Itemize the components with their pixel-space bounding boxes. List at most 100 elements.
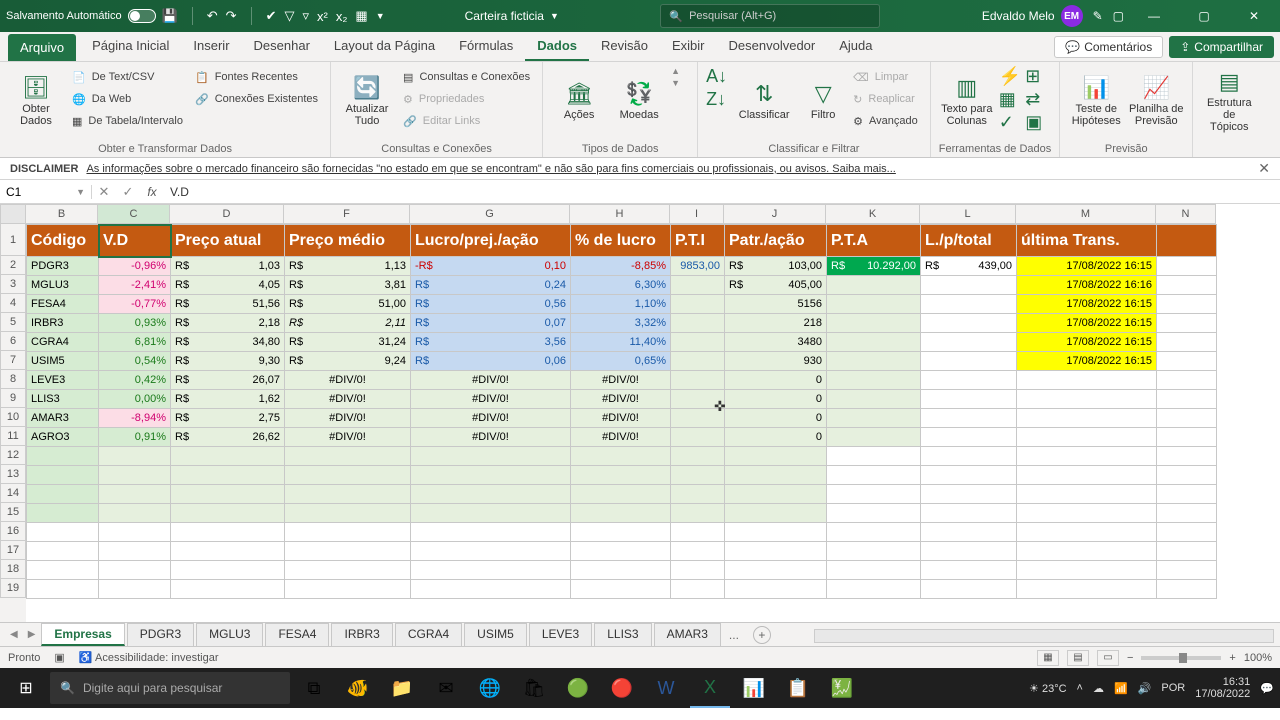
from-table[interactable]: ▦De Tabela/Intervalo [68, 110, 187, 132]
cell[interactable]: 17/08/2022 16:15 [1017, 295, 1157, 314]
close-disclaimer[interactable]: ✕ [1258, 160, 1270, 177]
cell[interactable] [725, 580, 827, 599]
cell[interactable] [171, 542, 285, 561]
tray-chevron-icon[interactable]: ˄ [1077, 682, 1083, 694]
cell[interactable] [99, 504, 171, 523]
comments-button[interactable]: 💬Comentários [1054, 36, 1163, 58]
cell[interactable]: AGRO3 [27, 428, 99, 447]
cell[interactable]: 930 [725, 352, 827, 371]
fx-icon[interactable]: fx [140, 185, 164, 199]
cell[interactable] [725, 466, 827, 485]
cell[interactable] [27, 542, 99, 561]
advanced-filter[interactable]: ⚙Avançado [849, 110, 922, 132]
cell[interactable] [99, 542, 171, 561]
col-header-G[interactable]: G [410, 204, 570, 224]
cell[interactable] [411, 466, 571, 485]
col-header-K[interactable]: K [826, 204, 920, 224]
cell[interactable] [827, 447, 921, 466]
cell[interactable]: 0,93% [99, 314, 171, 333]
cell[interactable] [921, 485, 1017, 504]
cell[interactable] [827, 428, 921, 447]
cell[interactable] [1017, 428, 1157, 447]
cell[interactable] [411, 561, 571, 580]
cell[interactable]: #DIV/0! [285, 371, 411, 390]
cell[interactable] [1017, 561, 1157, 580]
cell[interactable]: R$1,62 [171, 390, 285, 409]
cell[interactable]: P.T.I [671, 225, 725, 257]
cell[interactable] [671, 485, 725, 504]
cell[interactable]: R$4,05 [171, 276, 285, 295]
cell[interactable]: 0,54% [99, 352, 171, 371]
cell[interactable] [27, 523, 99, 542]
cell[interactable]: R$405,00 [725, 276, 827, 295]
cell[interactable] [671, 542, 725, 561]
cell[interactable] [1157, 225, 1217, 257]
cell[interactable] [99, 447, 171, 466]
cell[interactable] [411, 504, 571, 523]
cell[interactable]: #DIV/0! [571, 390, 671, 409]
cell[interactable] [671, 333, 725, 352]
cell[interactable] [671, 295, 725, 314]
row-header-17[interactable]: 17 [0, 541, 26, 560]
cell[interactable]: R$51,00 [285, 295, 411, 314]
col-header-M[interactable]: M [1016, 204, 1156, 224]
col-header-D[interactable]: D [170, 204, 284, 224]
cell[interactable] [671, 504, 725, 523]
table-icon[interactable]: ▦ [355, 8, 367, 24]
cell[interactable] [285, 466, 411, 485]
cell[interactable] [171, 523, 285, 542]
cell[interactable]: % de lucro [571, 225, 671, 257]
cell[interactable] [921, 428, 1017, 447]
redo-icon[interactable]: ↷ [226, 8, 237, 24]
cell[interactable] [671, 428, 725, 447]
cell[interactable] [1157, 523, 1217, 542]
cell[interactable]: #DIV/0! [411, 409, 571, 428]
row-header-10[interactable]: 10 [0, 408, 26, 427]
cell[interactable] [827, 276, 921, 295]
sheet-tab-pdgr3[interactable]: PDGR3 [127, 623, 194, 646]
cell[interactable] [921, 276, 1017, 295]
col-header-I[interactable]: I [670, 204, 724, 224]
cell[interactable] [285, 561, 411, 580]
cell[interactable] [827, 523, 921, 542]
cell[interactable] [827, 352, 921, 371]
col-header-C[interactable]: C [98, 204, 170, 224]
cell[interactable]: 0,65% [571, 352, 671, 371]
cell[interactable] [671, 276, 725, 295]
cell[interactable] [171, 504, 285, 523]
cell[interactable]: R$2,18 [171, 314, 285, 333]
cell[interactable] [921, 580, 1017, 599]
cell[interactable]: #DIV/0! [285, 409, 411, 428]
disclaimer-text[interactable]: As informações sobre o mercado financeir… [86, 163, 895, 175]
cell[interactable] [1017, 542, 1157, 561]
app4-icon[interactable]: 💹 [822, 668, 862, 708]
sheet-nav-prev[interactable]: ◀ [6, 629, 22, 640]
refresh-all-button[interactable]: 🔄Atualizar Tudo [339, 66, 395, 136]
filter-icon[interactable]: ▿ [302, 8, 309, 24]
cell[interactable]: #DIV/0! [571, 428, 671, 447]
cell[interactable] [285, 542, 411, 561]
notifications-icon[interactable]: 💬 [1260, 682, 1274, 695]
cell[interactable]: 0,42% [99, 371, 171, 390]
cell[interactable] [725, 561, 827, 580]
cell[interactable] [827, 295, 921, 314]
cell[interactable] [921, 371, 1017, 390]
sort-button[interactable]: ⇅Classificar [731, 66, 797, 136]
edge-icon[interactable]: 🌐 [470, 668, 510, 708]
save-icon[interactable]: 💾 [162, 8, 178, 24]
cell[interactable] [1017, 523, 1157, 542]
word-icon[interactable]: W [646, 668, 686, 708]
cell[interactable] [571, 466, 671, 485]
tab-dados[interactable]: Dados [525, 32, 589, 61]
cell[interactable]: 218 [725, 314, 827, 333]
cell[interactable] [827, 371, 921, 390]
cell[interactable] [411, 580, 571, 599]
cell[interactable] [827, 314, 921, 333]
cell[interactable] [1157, 333, 1217, 352]
cell[interactable] [1017, 371, 1157, 390]
cell[interactable] [921, 504, 1017, 523]
cell[interactable]: 6,30% [571, 276, 671, 295]
row-header-14[interactable]: 14 [0, 484, 26, 503]
outline-button[interactable]: ▤Estrutura de Tópicos [1201, 66, 1257, 136]
cell[interactable] [921, 447, 1017, 466]
